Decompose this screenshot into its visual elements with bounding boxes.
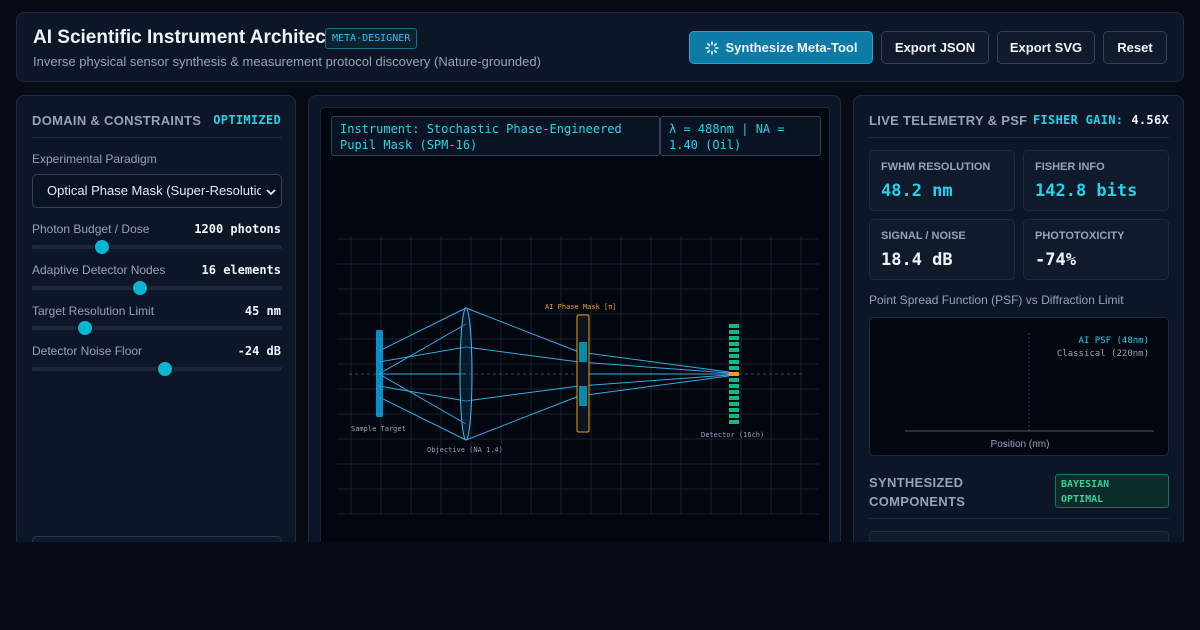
metric-value: 142.8 bits	[1035, 181, 1138, 201]
app-header: AI Scientific Instrument Architect META-…	[16, 12, 1184, 82]
metric-phototoxicity: PHOTOTOXICITY -74%	[1023, 219, 1169, 280]
badge-line: OPTIMAL	[1061, 494, 1104, 505]
slider-value-detector: 16 elements	[201, 263, 281, 277]
paradigm-value: Optical Phase Mask (Super-Resolution)	[47, 183, 276, 198]
instrument-canvas-panel: Instrument: Stochastic Phase-Engineered …	[308, 95, 841, 557]
domain-constraints-panel: DOMAIN & CONSTRAINTS OPTIMIZED Experimen…	[16, 95, 296, 566]
app-subtitle: Inverse physical sensor synthesis & meas…	[33, 54, 541, 69]
sample-target-label: Sample Target	[351, 425, 406, 433]
panel-title: DOMAIN & CONSTRAINTS	[32, 113, 202, 128]
fisher-gain-label: FISHER GAIN:	[1033, 113, 1124, 127]
components-title: SYNTHESIZED COMPONENTS	[869, 473, 965, 511]
synthesize-button-label: Synthesize Meta-Tool	[725, 40, 858, 55]
slider-handle[interactable]	[77, 321, 92, 335]
telemetry-title: LIVE TELEMETRY & PSF	[869, 113, 1028, 128]
components-title-line: COMPONENTS	[869, 494, 966, 509]
slider-label-photon: Photon Budget / Dose	[32, 222, 150, 236]
phase-mask	[576, 314, 590, 433]
phase-mask-label: AI Phase Mask [π]	[545, 303, 617, 311]
slider-label-noise: Detector Noise Floor	[32, 344, 143, 358]
paradigm-label: Experimental Paradigm	[32, 152, 157, 166]
noise-slider[interactable]	[32, 362, 282, 376]
metric-value: 18.4 dB	[881, 250, 953, 270]
paradigm-select[interactable]: Optical Phase Mask (Super-Resolution)	[32, 174, 282, 208]
psf-plot: AI PSF (48nm) Classical (220nm) Position…	[869, 317, 1169, 456]
mask-segment	[579, 342, 587, 362]
psf-x-label: Position (nm)	[990, 439, 1050, 450]
detector-hot-pixel	[729, 372, 739, 376]
reset-button[interactable]: Reset	[1103, 31, 1167, 64]
metric-value: 48.2 nm	[881, 181, 953, 201]
metric-fisher-info: FISHER INFO 142.8 bits	[1023, 150, 1169, 211]
fisher-gain-value: 4.56X	[1131, 113, 1169, 127]
sample-target	[376, 330, 383, 417]
divider	[32, 137, 282, 138]
slider-value-noise: -24 dB	[237, 344, 281, 358]
metric-label: FWHM RESOLUTION	[881, 161, 991, 173]
meta-designer-badge: META-DESIGNER	[325, 28, 418, 49]
resolution-slider[interactable]	[32, 321, 282, 335]
psf-axes	[905, 333, 1154, 432]
slider-handle[interactable]	[157, 362, 172, 376]
metric-label: SIGNAL / NOISE	[881, 230, 966, 242]
slider-value-photon: 1200 photons	[194, 222, 281, 236]
divider	[869, 137, 1169, 138]
slider-handle[interactable]	[95, 240, 109, 254]
components-title-line: SYNTHESIZED	[869, 475, 964, 490]
metric-snr: SIGNAL / NOISE 18.4 dB	[869, 219, 1015, 280]
psf-title: Point Spread Function (PSF) vs Diffracti…	[869, 293, 1124, 307]
metric-value: -74%	[1035, 250, 1076, 270]
optical-diagram: Sample Target Objective (NA 1.4) AI Phas…	[337, 236, 819, 515]
export-json-button[interactable]: Export JSON	[881, 31, 989, 64]
app-title: AI Scientific Instrument Architect	[33, 27, 333, 48]
divider	[869, 518, 1169, 519]
objective-label: Objective (NA 1.4)	[427, 446, 503, 454]
select-arrow-bg	[261, 183, 281, 199]
synthesize-button[interactable]: Synthesize Meta-Tool	[689, 31, 873, 64]
mask-segment	[579, 386, 587, 406]
export-svg-button[interactable]: Export SVG	[997, 31, 1095, 64]
metric-label: PHOTOTOXICITY	[1035, 230, 1125, 242]
photon-slider[interactable]	[32, 240, 282, 254]
chevron-down-icon	[266, 189, 276, 196]
slider-handle[interactable]	[132, 281, 147, 295]
metric-label: FISHER INFO	[1035, 161, 1105, 173]
metric-fwhm: FWHM RESOLUTION 48.2 nm	[869, 150, 1015, 211]
lower-background	[0, 542, 1200, 630]
slider-value-resolution: 45 nm	[244, 304, 281, 318]
detector-slider[interactable]	[32, 281, 282, 295]
optimized-status: OPTIMIZED	[213, 113, 281, 127]
telemetry-panel: LIVE TELEMETRY & PSF FISHER GAIN: 4.56X …	[853, 95, 1184, 555]
bayesian-optimal-badge: BAYESIAN OPTIMAL	[1055, 474, 1169, 508]
badge-line: BAYESIAN	[1061, 479, 1110, 490]
detector-label: Detector (16ch)	[701, 431, 764, 439]
slider-label-resolution: Target Resolution Limit	[32, 304, 155, 318]
objective-lens	[459, 307, 473, 441]
spinner-icon	[704, 40, 719, 55]
slider-label-detector: Adaptive Detector Nodes	[32, 263, 166, 277]
